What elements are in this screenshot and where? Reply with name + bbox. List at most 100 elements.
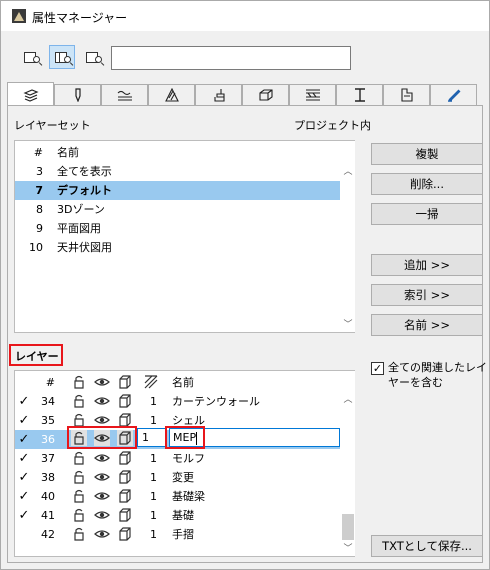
- layer-row[interactable]: ✓ 40 1 基礎梁: [15, 487, 340, 506]
- layer-row[interactable]: 42 1 手摺: [15, 525, 340, 544]
- tab-renovation-filters[interactable]: [430, 84, 477, 105]
- index-button[interactable]: 索引 >>: [371, 284, 483, 306]
- tab-surfaces[interactable]: [195, 84, 242, 105]
- solid-model-icon[interactable]: [117, 507, 133, 523]
- scroll-up-icon[interactable]: ︿: [341, 165, 355, 179]
- tab-line-types[interactable]: [101, 84, 148, 105]
- layer-row[interactable]: ✓ 34 1 カーテンウォール: [15, 392, 340, 411]
- intersection-group[interactable]: 1: [150, 487, 157, 506]
- attribute-tabs: [7, 82, 483, 106]
- solid-model-icon[interactable]: [117, 526, 133, 542]
- tab-fills[interactable]: [148, 84, 195, 105]
- tab-profiles[interactable]: [336, 84, 383, 105]
- tab-building-materials[interactable]: [242, 84, 289, 105]
- scroll-up-icon[interactable]: ︿: [341, 393, 355, 407]
- layers-label: レイヤー: [15, 350, 59, 363]
- solid-model-icon[interactable]: [117, 430, 133, 446]
- eye-icon[interactable]: [94, 488, 110, 504]
- layer-sets-header: # 名前: [15, 143, 340, 162]
- include-related-label-line1: 全ての関連したレイ: [388, 361, 487, 374]
- layer-number: 37: [41, 452, 55, 465]
- intersection-group[interactable]: 1: [150, 506, 157, 525]
- eye-icon[interactable]: [94, 393, 110, 409]
- col-number-header: #: [33, 146, 43, 159]
- layer-set-row[interactable]: 9 平面図用: [15, 219, 340, 238]
- layer-set-number: 7: [35, 184, 43, 197]
- layer-number: 42: [41, 528, 55, 541]
- compare-files-button[interactable]: [49, 45, 75, 69]
- eye-icon[interactable]: [94, 430, 110, 446]
- find-file-button[interactable]: [80, 45, 106, 69]
- window-title: 属性マネージャー: [32, 11, 128, 25]
- scroll-down-icon[interactable]: ﹀: [341, 542, 355, 556]
- solid-model-icon[interactable]: [117, 469, 133, 485]
- layer-number: 35: [41, 414, 55, 427]
- unlock-icon[interactable]: [71, 507, 87, 523]
- title-bar: 属性マネージャー: [1, 1, 489, 31]
- layer-set-name: デフォルト: [57, 184, 112, 197]
- solid-model-icon[interactable]: [117, 450, 133, 466]
- name-button[interactable]: 名前 >>: [371, 314, 483, 336]
- unlock-icon[interactable]: [71, 469, 87, 485]
- layer-set-row[interactable]: 8 3Dゾーン: [15, 200, 340, 219]
- scroll-down-icon[interactable]: ﹀: [341, 318, 355, 332]
- include-related-checkbox[interactable]: ✓: [371, 362, 384, 375]
- layer-set-row[interactable]: 10 天井伏図用: [15, 238, 340, 257]
- tab-zone-categories[interactable]: [383, 84, 430, 105]
- layer-row[interactable]: ✓ 41 1 基礎: [15, 506, 340, 525]
- col-name-header: 名前: [172, 376, 194, 389]
- unlock-icon[interactable]: [71, 488, 87, 504]
- visibility-column-icon: [94, 374, 110, 390]
- layers-list[interactable]: # 名前 ✓ 34 1 カーテンウォール ✓ 35 1 シェル ✓ 36 ✓ 3…: [14, 370, 355, 557]
- layer-number: 40: [41, 490, 55, 503]
- unlock-icon[interactable]: [71, 393, 87, 409]
- intersection-group-field[interactable]: 1: [137, 428, 167, 447]
- zone-categories-tab-icon: [400, 88, 413, 102]
- layer-number: 34: [41, 395, 55, 408]
- solid-model-icon[interactable]: [117, 488, 133, 504]
- intersection-group[interactable]: 1: [150, 525, 157, 544]
- layer-row[interactable]: ✓ 37 1 モルフ: [15, 449, 340, 468]
- add-button[interactable]: 追加 >>: [371, 254, 483, 276]
- attribute-manager-window: 属性マネージャー レイヤーセット プロジェクト内 # 名前 3 全てを表示 7 …: [0, 0, 490, 570]
- delete-button[interactable]: 削除...: [371, 173, 483, 195]
- layer-set-name: 天井伏図用: [57, 241, 112, 254]
- eye-icon[interactable]: [94, 507, 110, 523]
- composites-tab-icon: [305, 89, 320, 101]
- line-types-tab-icon: [117, 90, 132, 101]
- solid-model-icon[interactable]: [117, 393, 133, 409]
- unlock-icon[interactable]: [71, 526, 87, 542]
- layers-scrollbar[interactable]: ︿ ﹀: [341, 371, 355, 556]
- layer-sets-list[interactable]: # 名前 3 全てを表示 7 デフォルト 8 3Dゾーン 9 平面図用 10 天…: [14, 140, 355, 333]
- layer-number: 36: [41, 433, 55, 446]
- layer-set-number: 9: [36, 222, 43, 235]
- include-related-label: 全ての関連したレイ ヤーを含む: [388, 360, 487, 390]
- layer-number: 41: [41, 509, 55, 522]
- eye-icon[interactable]: [94, 450, 110, 466]
- fills-tab-icon: [164, 88, 179, 102]
- purge-button[interactable]: 一掃: [371, 203, 483, 225]
- eye-icon[interactable]: [94, 469, 110, 485]
- eye-icon[interactable]: [94, 526, 110, 542]
- intersection-group[interactable]: 1: [150, 449, 157, 468]
- open-file-button[interactable]: [18, 45, 44, 69]
- file-path-field[interactable]: [111, 46, 351, 70]
- intersection-group[interactable]: 1: [150, 468, 157, 487]
- unlock-icon[interactable]: [71, 450, 87, 466]
- scroll-thumb[interactable]: [342, 514, 354, 540]
- layer-name: モルフ: [172, 452, 205, 465]
- intersection-group[interactable]: 1: [150, 392, 157, 411]
- layer-set-row[interactable]: 3 全てを表示: [15, 162, 340, 181]
- layer-row[interactable]: ✓ 38 1 変更: [15, 468, 340, 487]
- save-as-txt-button[interactable]: TXTとして保存...: [371, 535, 483, 557]
- tab-composites[interactable]: [289, 84, 336, 105]
- tab-layers[interactable]: [7, 82, 54, 106]
- tab-pens[interactable]: [54, 84, 101, 105]
- layer-name: 基礎: [172, 509, 194, 522]
- unlock-icon[interactable]: [71, 430, 87, 446]
- layer-sets-scrollbar[interactable]: ︿ ﹀: [341, 141, 355, 332]
- layer-name: 変更: [172, 471, 194, 484]
- duplicate-button[interactable]: 複製: [371, 143, 483, 165]
- layer-set-name: 3Dゾーン: [57, 203, 105, 216]
- layer-set-row-selected[interactable]: 7 デフォルト: [15, 181, 340, 200]
